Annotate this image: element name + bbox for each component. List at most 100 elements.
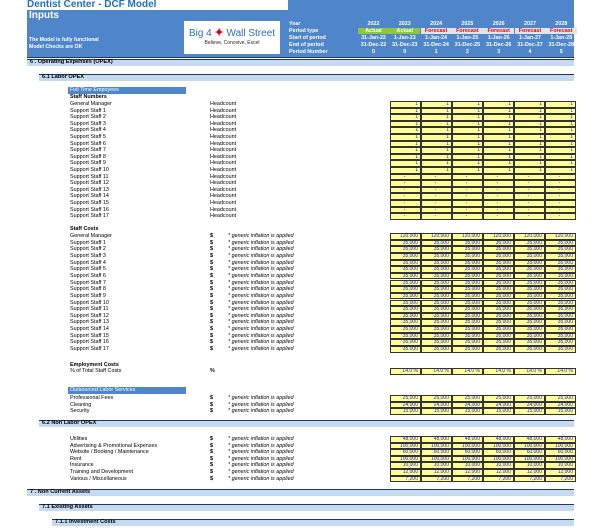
staff-cost-input[interactable]: 35,000 [390, 326, 421, 333]
headcount-input[interactable]: 1 [545, 140, 576, 148]
staff-cost-input[interactable]: 120,000 [514, 233, 545, 240]
staff-cost-input[interactable]: 35,000 [390, 259, 421, 267]
headcount-input[interactable]: - [483, 193, 514, 200]
staff-cost-input[interactable]: 35,000 [483, 279, 514, 287]
headcount-input[interactable]: 1 [514, 147, 545, 154]
staff-cost-input[interactable]: 35,000 [514, 319, 545, 327]
staff-cost-input[interactable]: 35,000 [514, 346, 545, 353]
headcount-input[interactable]: - [483, 180, 514, 187]
headcount-input[interactable]: 1 [421, 114, 452, 121]
headcount-input[interactable]: 1 [390, 120, 421, 128]
headcount-input[interactable]: - [421, 180, 452, 187]
staff-cost-input[interactable]: 35,000 [421, 326, 452, 333]
staff-cost-input[interactable]: 35,000 [390, 246, 421, 253]
headcount-input[interactable]: 1 [421, 127, 452, 134]
staff-cost-input[interactable]: 35,000 [545, 252, 576, 260]
headcount-input[interactable]: 1 [514, 107, 545, 115]
staff-cost-input[interactable]: 35,000 [514, 306, 545, 313]
nonlabor-cost-input[interactable]: 10,000 [483, 462, 514, 469]
headcount-input[interactable]: 1 [421, 153, 452, 161]
headcount-input[interactable]: - [483, 206, 514, 214]
nonlabor-cost-input[interactable]: 100,000 [514, 455, 545, 463]
headcount-input[interactable]: - [545, 173, 576, 181]
staff-cost-input[interactable]: 35,000 [421, 319, 452, 327]
headcount-input[interactable]: 1 [545, 120, 576, 128]
outsourced-cost-input[interactable]: 24,000 [390, 401, 421, 409]
staff-cost-input[interactable]: 35,000 [514, 339, 545, 346]
staff-cost-input[interactable]: 35,000 [514, 252, 545, 260]
staff-cost-input[interactable]: 35,000 [545, 266, 576, 273]
headcount-input[interactable]: - [483, 173, 514, 181]
staff-cost-input[interactable]: 35,000 [390, 319, 421, 327]
staff-cost-input[interactable]: 35,000 [545, 286, 576, 293]
outsourced-cost-input[interactable]: 24,000 [514, 401, 545, 409]
nonlabor-cost-input[interactable]: 100,000 [483, 455, 514, 463]
headcount-input[interactable]: 1 [545, 127, 576, 134]
headcount-input[interactable]: 1 [421, 140, 452, 148]
headcount-input[interactable]: - [545, 186, 576, 194]
staff-cost-input[interactable]: 35,000 [421, 306, 452, 313]
headcount-input[interactable]: 1 [390, 101, 421, 108]
staff-cost-input[interactable]: 35,000 [545, 272, 576, 280]
staff-cost-input[interactable]: 35,000 [421, 312, 452, 320]
staff-cost-input[interactable]: 35,000 [421, 346, 452, 353]
nonlabor-cost-input[interactable]: 100,000 [390, 455, 421, 463]
staff-cost-input[interactable]: 35,000 [483, 252, 514, 260]
headcount-input[interactable]: 1 [483, 147, 514, 154]
staff-cost-input[interactable]: 35,000 [483, 239, 514, 247]
headcount-input[interactable]: - [452, 173, 483, 181]
headcount-input[interactable]: - [545, 213, 576, 220]
staff-cost-input[interactable]: 35,000 [514, 279, 545, 287]
outsourced-cost-input[interactable]: 25,000 [452, 395, 483, 402]
headcount-input[interactable]: 1 [483, 134, 514, 141]
section-bar-s71[interactable]: 7.1 Existing Assets [39, 504, 574, 511]
nonlabor-cost-input[interactable]: 48,000 [452, 436, 483, 443]
staff-cost-input[interactable]: 35,000 [514, 312, 545, 320]
headcount-input[interactable]: 1 [452, 160, 483, 167]
headcount-input[interactable]: 1 [421, 160, 452, 167]
staff-cost-input[interactable]: 35,000 [452, 272, 483, 280]
nonlabor-cost-input[interactable]: 12,000 [483, 469, 514, 476]
staff-cost-input[interactable]: 35,000 [421, 339, 452, 346]
staff-cost-input[interactable]: 35,000 [545, 306, 576, 313]
staff-cost-input[interactable]: 35,000 [421, 239, 452, 247]
headcount-input[interactable]: 1 [545, 167, 576, 174]
headcount-input[interactable]: 1 [421, 147, 452, 154]
staff-cost-input[interactable]: 35,000 [421, 292, 452, 300]
headcount-input[interactable]: 1 [483, 153, 514, 161]
staff-cost-input[interactable]: 35,000 [452, 246, 483, 253]
staff-cost-input[interactable]: 35,000 [390, 299, 421, 307]
staff-cost-input[interactable]: 35,000 [545, 246, 576, 253]
staff-cost-input[interactable]: 35,000 [421, 246, 452, 253]
headcount-input[interactable]: - [483, 186, 514, 194]
headcount-input[interactable]: 1 [514, 134, 545, 141]
outsourced-cost-input[interactable]: 24,000 [452, 401, 483, 409]
headcount-input[interactable]: 1 [390, 107, 421, 115]
headcount-input[interactable]: 1 [452, 120, 483, 128]
headcount-input[interactable]: - [452, 200, 483, 207]
staff-cost-input[interactable]: 35,000 [545, 259, 576, 267]
headcount-input[interactable]: 1 [483, 114, 514, 121]
headcount-input[interactable]: - [514, 193, 545, 200]
outsourced-cost-input[interactable]: 15,000 [514, 408, 545, 415]
outsourced-cost-input[interactable]: 15,000 [545, 408, 576, 415]
nonlabor-cost-input[interactable]: 10,000 [514, 462, 545, 469]
staff-cost-input[interactable]: 35,000 [421, 279, 452, 287]
headcount-input[interactable]: - [452, 180, 483, 187]
nonlabor-cost-input[interactable]: 12,000 [545, 469, 576, 476]
headcount-input[interactable]: - [545, 193, 576, 200]
headcount-input[interactable]: 1 [483, 107, 514, 115]
staff-cost-input[interactable]: 35,000 [421, 266, 452, 273]
nonlabor-cost-input[interactable]: 48,000 [514, 436, 545, 443]
headcount-input[interactable]: 1 [452, 114, 483, 121]
headcount-input[interactable]: 1 [421, 167, 452, 174]
headcount-input[interactable]: 1 [483, 160, 514, 167]
headcount-input[interactable]: - [390, 193, 421, 200]
staff-cost-input[interactable]: 35,000 [452, 266, 483, 273]
nonlabor-cost-input[interactable]: 48,000 [390, 436, 421, 443]
staff-cost-input[interactable]: 35,000 [545, 319, 576, 327]
staff-cost-input[interactable]: 35,000 [514, 266, 545, 273]
headcount-input[interactable]: 1 [452, 147, 483, 154]
nonlabor-cost-input[interactable]: 60,000 [421, 449, 452, 456]
headcount-input[interactable]: 1 [545, 114, 576, 121]
